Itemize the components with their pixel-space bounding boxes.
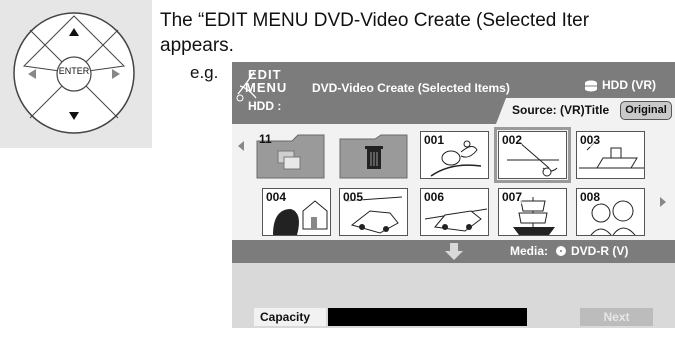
thumbnail-004[interactable]: 004 <box>262 188 331 236</box>
thumbnail-number: 11 <box>259 132 272 146</box>
thumbnail-number: 008 <box>580 190 601 204</box>
logo-menu-text: MENU <box>245 80 288 95</box>
thumbnail-006[interactable]: 006 <box>420 188 489 236</box>
trash-icon <box>339 134 408 179</box>
edit-menu-screen: EDIT MENU DVD-Video Create (Selected Ite… <box>232 62 675 328</box>
capacity-label: Capacity <box>254 308 326 326</box>
scroll-left-icon[interactable] <box>238 141 244 151</box>
edit-menu-logo: EDIT MENU <box>236 64 292 104</box>
screen-title: DVD-Video Create (Selected Items) <box>312 81 510 95</box>
thumbnail-005[interactable]: 005 <box>339 188 408 236</box>
media-info: Media: DVD-R (V) <box>510 244 628 258</box>
instruction-line-1: The “EDIT MENU DVD-Video Create (Selecte… <box>160 10 590 31</box>
thumbnail-002-selected[interactable]: 002 <box>494 127 571 183</box>
drive-badge-label: HDD (VR) <box>602 78 656 92</box>
down-arrow-icon <box>445 243 463 260</box>
media-value: DVD-R (V) <box>571 244 629 258</box>
media-label: Media: <box>510 244 549 258</box>
thumbnail-003[interactable]: 003 <box>576 131 645 179</box>
thumbnail-number: 005 <box>343 190 364 204</box>
screen-header: EDIT MENU DVD-Video Create (Selected Ite… <box>232 62 675 124</box>
thumbnail-number: 003 <box>580 133 601 147</box>
thumbnail-008[interactable]: 008 <box>576 188 645 236</box>
source-tab: Source: (VR)Title Original <box>496 98 675 124</box>
thumbnail-folder[interactable]: 11 <box>256 131 325 179</box>
thumbnail-grid: 11 001 002 003 004 005 006 007 008 <box>232 124 675 240</box>
thumbnail-number: 006 <box>424 190 445 204</box>
thumbnail-number: 001 <box>424 133 445 147</box>
instruction-text: The “EDIT MENU DVD-Video Create (Selecte… <box>160 8 589 58</box>
remote-dpad-panel: ENTER <box>0 0 152 148</box>
scroll-right-icon[interactable] <box>660 197 666 207</box>
thumbnail-001[interactable]: 001 <box>420 131 489 179</box>
thumbnail-number: 007 <box>502 190 523 204</box>
source-label: Source: (VR)Title <box>512 103 610 117</box>
example-label: e.g. <box>190 63 219 82</box>
media-divider <box>494 240 504 263</box>
disc-icon <box>556 246 567 256</box>
thumbnail-number: 004 <box>266 190 287 204</box>
thumbnail-number: 002 <box>502 133 523 147</box>
drive-badge: HDD (VR) <box>584 78 656 92</box>
enter-button[interactable]: ENTER <box>57 66 91 76</box>
capacity-bar <box>328 308 527 326</box>
original-button[interactable]: Original <box>620 101 672 120</box>
thumbnail-007[interactable]: 007 <box>498 188 567 236</box>
next-button[interactable]: Next <box>580 308 653 326</box>
hdd-icon <box>585 80 597 92</box>
thumbnail-trash[interactable] <box>339 131 408 179</box>
source-drive-label: HDD : <box>248 99 282 113</box>
media-bar: Media: DVD-R (V) <box>232 240 675 263</box>
instruction-line-2: appears. <box>160 35 234 56</box>
